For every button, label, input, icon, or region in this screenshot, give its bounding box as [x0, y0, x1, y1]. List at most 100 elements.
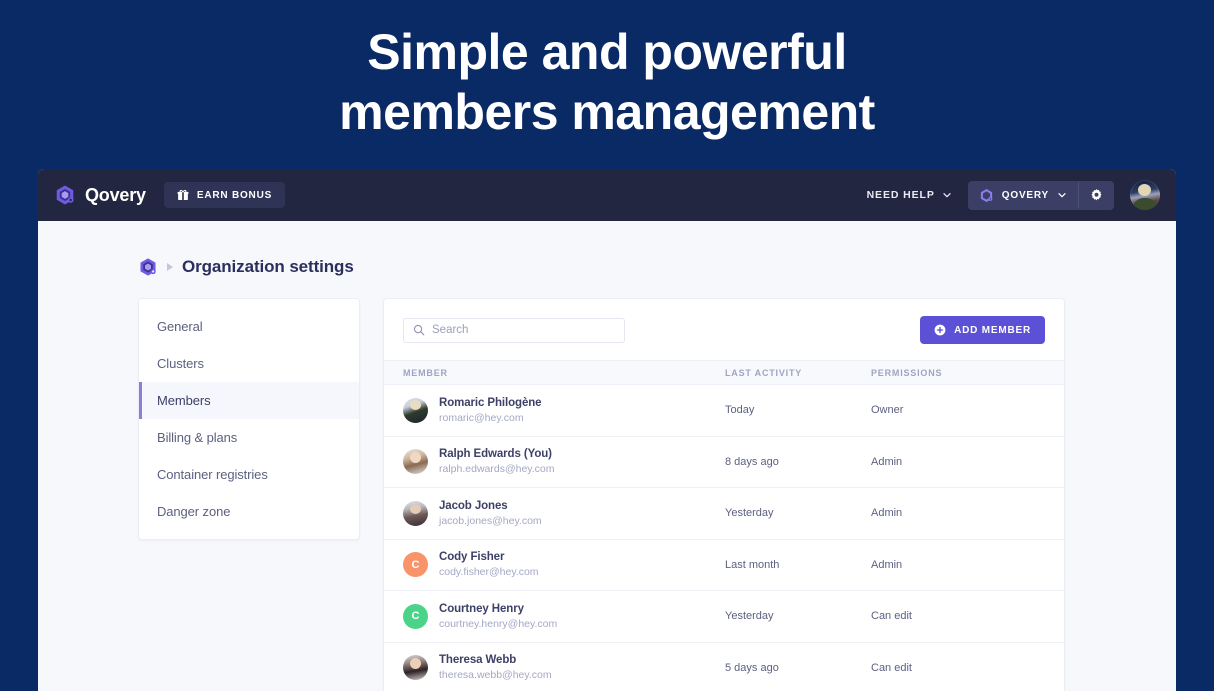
last-activity-cell: Yesterday: [725, 610, 774, 623]
member-info: Cody Fisher cody.fisher@hey.com: [439, 550, 539, 579]
last-activity-cell: 5 days ago: [725, 661, 779, 674]
need-help-dropdown[interactable]: NEED HELP: [867, 189, 952, 201]
member-email: jacob.jones@hey.com: [439, 514, 542, 527]
add-member-button[interactable]: ADD MEMBER: [920, 316, 1045, 344]
table-row[interactable]: C Cody Fisher cody.fisher@hey.com Last mont…: [384, 540, 1064, 591]
avatar: [403, 500, 428, 526]
qovery-hexagon-logo-icon: [54, 184, 76, 206]
sidebar-item-label: Members: [157, 393, 211, 408]
member-info: Romaric Philogène romaric@hey.com: [439, 396, 542, 425]
member-info: Courtney Henry courtney.henry@hey.com: [439, 602, 557, 631]
member-email: theresa.webb@hey.com: [439, 669, 552, 682]
member-name: Romaric Philogène: [439, 396, 542, 409]
avatar: C: [403, 603, 428, 629]
plus-circle-icon: [934, 324, 946, 336]
search-input[interactable]: [432, 324, 615, 336]
gift-icon: [177, 189, 189, 201]
last-activity-cell: Today: [725, 404, 755, 417]
search-box[interactable]: [403, 317, 625, 343]
triangle-right-icon: [167, 263, 173, 271]
permissions-cell: Admin: [871, 558, 903, 571]
member-email: cody.fisher@hey.com: [439, 566, 539, 579]
sidebar-item-label: Container registries: [157, 467, 268, 482]
permissions-cell: Can edit: [871, 661, 912, 674]
sidebar-item-container-registries[interactable]: Container registries: [139, 456, 359, 493]
sidebar-item-general[interactable]: General: [139, 308, 359, 345]
table-header-row: MEMBER LAST ACTIVITY PERMISSIONS: [384, 360, 1064, 385]
hero-line-1: Simple and powerful: [367, 24, 847, 80]
member-cell: C Cody Fisher cody.fisher@hey.com: [403, 550, 725, 579]
sidebar-item-clusters[interactable]: Clusters: [139, 345, 359, 382]
members-table: MEMBER LAST ACTIVITY PERMISSIONS Romaric…: [384, 360, 1064, 691]
member-email: ralph.edwards@hey.com: [439, 463, 555, 476]
members-card: ADD MEMBER MEMBER LAST ACTIVITY PERMISSI…: [383, 298, 1065, 691]
permissions-cell: Owner: [871, 404, 904, 417]
nav-right-group: NEED HELP QOVERY: [867, 180, 1160, 210]
sidebar-item-label: General: [157, 319, 203, 334]
nav-left-group: Qovery EARN BONUS: [54, 182, 286, 208]
sidebar-item-label: Billing & plans: [157, 430, 238, 445]
qovery-hexagon-logo-icon: [979, 188, 994, 203]
table-row[interactable]: Theresa Webb theresa.webb@hey.com 5 days a…: [384, 643, 1064, 691]
search-icon: [413, 324, 425, 336]
table-row[interactable]: Ralph Edwards (You) ralph.edwards@hey.com…: [384, 437, 1064, 488]
sidebar-item-label: Clusters: [157, 356, 204, 371]
top-navigation-bar: Qovery EARN BONUS NEED HELP QOVERY: [38, 169, 1176, 221]
user-avatar[interactable]: [1130, 180, 1160, 210]
last-activity-cell: Last month: [725, 558, 780, 571]
member-cell: C Courtney Henry courtney.henry@hey.com: [403, 602, 725, 631]
organization-name: QOVERY: [1001, 189, 1049, 201]
avatar: C: [403, 552, 428, 578]
table-body: Romaric Philogène romaric@hey.com Today Own…: [384, 385, 1064, 691]
avatar: [403, 655, 428, 681]
chevron-down-icon: [1057, 190, 1067, 200]
brand-logo[interactable]: Qovery: [54, 184, 146, 206]
gear-icon: [1090, 188, 1103, 202]
settings-button[interactable]: [1079, 182, 1114, 209]
member-name: Courtney Henry: [439, 602, 524, 615]
members-toolbar: ADD MEMBER: [384, 299, 1064, 360]
settings-sidebar: General Clusters Members Billing & plans Con…: [138, 298, 360, 540]
hero-line-2: members management: [339, 84, 875, 140]
table-row[interactable]: Romaric Philogène romaric@hey.com Today Own…: [384, 385, 1064, 437]
hero-heading: Simple and powerful members management: [0, 22, 1214, 142]
member-email: courtney.henry@hey.com: [439, 617, 558, 630]
member-cell: Theresa Webb theresa.webb@hey.com: [403, 653, 725, 682]
table-row[interactable]: C Courtney Henry courtney.henry@hey.com Yes…: [384, 591, 1064, 643]
page-title: Organization settings: [182, 257, 354, 276]
last-activity-cell: 8 days ago: [725, 455, 779, 468]
qovery-hexagon-logo-icon[interactable]: [138, 257, 158, 277]
member-info: Ralph Edwards (You) ralph.edwards@hey.com: [439, 447, 555, 476]
earn-bonus-button[interactable]: EARN BONUS: [163, 182, 286, 208]
member-cell: Ralph Edwards (You) ralph.edwards@hey.com: [403, 447, 725, 476]
table-row[interactable]: Jacob Jones jacob.jones@hey.com Yesterday A…: [384, 488, 1064, 540]
permissions-cell: Admin: [871, 455, 903, 468]
member-name: Theresa Webb: [439, 654, 517, 667]
column-header-permissions: PERMISSIONS: [871, 367, 943, 378]
sidebar-item-billing-plans[interactable]: Billing & plans: [139, 419, 359, 456]
sidebar-item-danger-zone[interactable]: Danger zone: [139, 493, 359, 530]
app-window: Qovery EARN BONUS NEED HELP QOVERY Organ…: [38, 169, 1176, 691]
avatar: [403, 397, 428, 423]
member-info: Jacob Jones jacob.jones@hey.com: [439, 499, 542, 528]
page-root: Simple and powerful members management Q…: [0, 0, 1214, 691]
organization-selector: QOVERY: [967, 180, 1114, 210]
member-cell: Jacob Jones jacob.jones@hey.com: [403, 499, 725, 528]
member-cell: Romaric Philogène romaric@hey.com: [403, 396, 725, 425]
organization-dropdown[interactable]: QOVERY: [968, 181, 1078, 210]
body-row: General Clusters Members Billing & plans Con…: [38, 277, 1176, 691]
member-name: Jacob Jones: [439, 499, 508, 512]
breadcrumb: Organization settings: [38, 221, 1176, 277]
column-header-last-activity: LAST ACTIVITY: [725, 367, 803, 378]
content-area: Organization settings General Clusters Mem…: [38, 221, 1176, 691]
member-email: romaric@hey.com: [439, 411, 524, 424]
permissions-cell: Admin: [871, 507, 903, 520]
chevron-down-icon: [942, 190, 952, 200]
brand-name: Qovery: [85, 184, 146, 205]
last-activity-cell: Yesterday: [725, 507, 774, 520]
member-name: Cody Fisher: [439, 551, 505, 564]
column-header-member: MEMBER: [403, 367, 448, 378]
earn-bonus-label: EARN BONUS: [196, 189, 273, 201]
add-member-label: ADD MEMBER: [954, 324, 1031, 336]
sidebar-item-members[interactable]: Members: [139, 382, 359, 419]
